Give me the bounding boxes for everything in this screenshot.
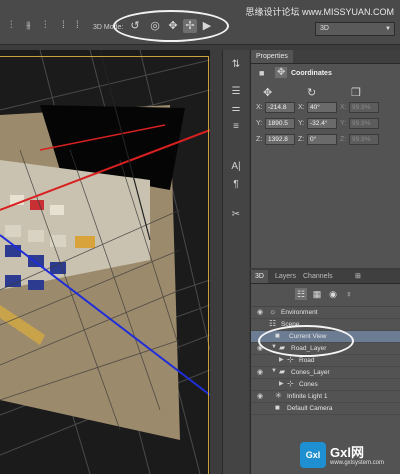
logo-url: www.gxlsystem.com — [330, 460, 385, 466]
highlight-ellipse-3d-mode — [113, 10, 229, 42]
scene-row-infinite-light[interactable]: ◉ ✳ Infinite Light 1 — [251, 391, 400, 403]
3d-filter-bar: ☷ ▦ ◉ ♀ — [251, 284, 400, 307]
panel-options-icon[interactable]: ⊞ — [355, 272, 361, 280]
sliders-icon[interactable]: ⚌ — [228, 102, 244, 116]
tab-channels[interactable]: Channels — [299, 270, 337, 283]
scene-row-cones[interactable]: ▶ ⊹ Cones — [251, 379, 400, 391]
rot-x-label: X: — [298, 104, 305, 111]
properties-tabbar: Properties — [251, 50, 400, 64]
properties-panel: Properties ■ ✥ Coordinates ✥ ↻ ❒ X: -214… — [250, 50, 400, 268]
meshes-filter-icon[interactable]: ▦ — [311, 288, 323, 300]
coordinates-title: Coordinates — [291, 70, 332, 77]
pos-y-field[interactable]: 1890.5 — [265, 118, 295, 129]
scale-z-field: 99.9% — [349, 134, 379, 145]
highlight-ellipse-current-view — [258, 325, 354, 357]
mesh-icon: ▰ — [279, 367, 286, 376]
scene-row-label: Default Camera — [287, 405, 333, 412]
coordinates-icon[interactable]: ✥ — [275, 67, 288, 78]
brush-settings-icon[interactable]: ≡ — [228, 120, 244, 134]
paragraph-icon[interactable]: ¶ — [228, 178, 244, 192]
light-icon: ✳ — [275, 391, 282, 400]
history-icon[interactable]: ⇅ — [228, 58, 244, 72]
rot-x-field[interactable]: 40° — [307, 102, 337, 113]
pos-x-field[interactable]: -214.8 — [265, 102, 295, 113]
scene-row-cones-layer[interactable]: ◉ ▼ ▰ Cones_Layer — [251, 367, 400, 379]
eye-icon[interactable]: ◉ — [257, 368, 263, 376]
chevron-down-icon: ▼ — [385, 26, 391, 32]
pos-z-label: Z: — [256, 136, 263, 143]
align-right-icon[interactable]: ⫶ — [44, 20, 47, 31]
adjust-icon[interactable]: ☰ — [228, 85, 244, 99]
eye-icon[interactable]: ◉ — [257, 392, 263, 400]
materials-filter-icon[interactable]: ◉ — [327, 288, 339, 300]
scale-y-field: 99.9% — [349, 118, 379, 129]
scale-icon: ❒ — [351, 87, 361, 99]
rotation-icon: ↻ — [307, 87, 317, 99]
workspace-select[interactable]: 3D ▼ — [315, 22, 395, 36]
scale-z-label: Z: — [340, 136, 347, 143]
chevron-right-icon[interactable]: ▶ — [279, 356, 284, 363]
scene-row-environment[interactable]: ◉ ☼ Environment — [251, 307, 400, 319]
scene-row-label: Cones — [299, 381, 318, 388]
scale-x-label: X: — [340, 104, 347, 111]
rot-y-label: Y: — [298, 120, 305, 127]
watermark-logo: Gxl Gxl网 www.gxlsystem.com — [300, 440, 396, 470]
lights-filter-icon[interactable]: ♀ — [343, 288, 355, 300]
whole-scene-filter-icon[interactable]: ☷ — [295, 288, 307, 300]
scene-icon: ☷ — [269, 319, 277, 328]
distribute-icon[interactable]: ⁞ — [62, 20, 65, 31]
pos-z-field[interactable]: 1392.8 — [265, 134, 295, 145]
rot-z-field[interactable]: 0° — [307, 134, 337, 145]
workspace-value: 3D — [320, 25, 329, 32]
tab-layers[interactable]: Layers — [271, 270, 300, 283]
material-icon: ⊹ — [287, 379, 294, 388]
scene-row-label: Road — [299, 357, 315, 364]
camera-icon[interactable]: ■ — [259, 68, 264, 78]
pos-y-label: Y: — [256, 120, 263, 127]
scene-row-default-camera[interactable]: ■ Default Camera — [251, 403, 400, 415]
align-left-icon[interactable]: ⫶ — [10, 20, 13, 31]
eye-icon[interactable]: ◉ — [257, 308, 263, 316]
logo-site-text: Gxl网 — [330, 445, 364, 460]
tab-3d[interactable]: 3D — [251, 270, 268, 283]
3d-panel-tabbar: 3D Layers Channels ⊞ — [251, 270, 400, 284]
tools-icon[interactable]: ✂ — [228, 208, 244, 222]
scene-row-label: Cones_Layer — [291, 369, 330, 376]
canvas-frame — [0, 56, 209, 474]
rot-y-field[interactable]: -32.4° — [307, 118, 337, 129]
distribute-2-icon[interactable]: ⁞ — [76, 20, 79, 31]
scene-row-road[interactable]: ▶ ⊹ Road — [251, 355, 400, 367]
chevron-right-icon[interactable]: ▶ — [279, 380, 284, 387]
chevron-down-icon[interactable]: ▼ — [271, 368, 277, 374]
document-canvas[interactable] — [0, 50, 210, 474]
align-center-icon[interactable]: ⫵ — [26, 20, 31, 31]
pos-x-label: X: — [256, 104, 263, 111]
options-bar: ⫶ ⫵ ⫶ ⁞ ⁞ 3D Mode: ↺ ◎ ✥ ✢ ▶ 3D ▼ 思缘设计论坛… — [0, 0, 400, 45]
environment-icon: ☼ — [269, 307, 277, 316]
scene-row-label: Infinite Light 1 — [287, 393, 328, 400]
camera-icon: ■ — [275, 403, 280, 412]
tab-properties[interactable]: Properties — [251, 50, 293, 63]
logo-badge: Gxl — [300, 442, 326, 468]
character-icon[interactable]: A| — [228, 160, 244, 174]
watermark-top: 思缘设计论坛 www.MISSYUAN.COM — [245, 7, 394, 17]
rot-z-label: Z: — [298, 136, 305, 143]
scene-row-label: Environment — [281, 309, 318, 316]
scale-y-label: Y: — [340, 120, 347, 127]
position-icon: ✥ — [263, 87, 273, 99]
panel-icon-column: ⇅ ☰ ⚌ ≡ A| ¶ ✂ — [222, 50, 249, 474]
scale-x-field: 99.9% — [349, 102, 379, 113]
